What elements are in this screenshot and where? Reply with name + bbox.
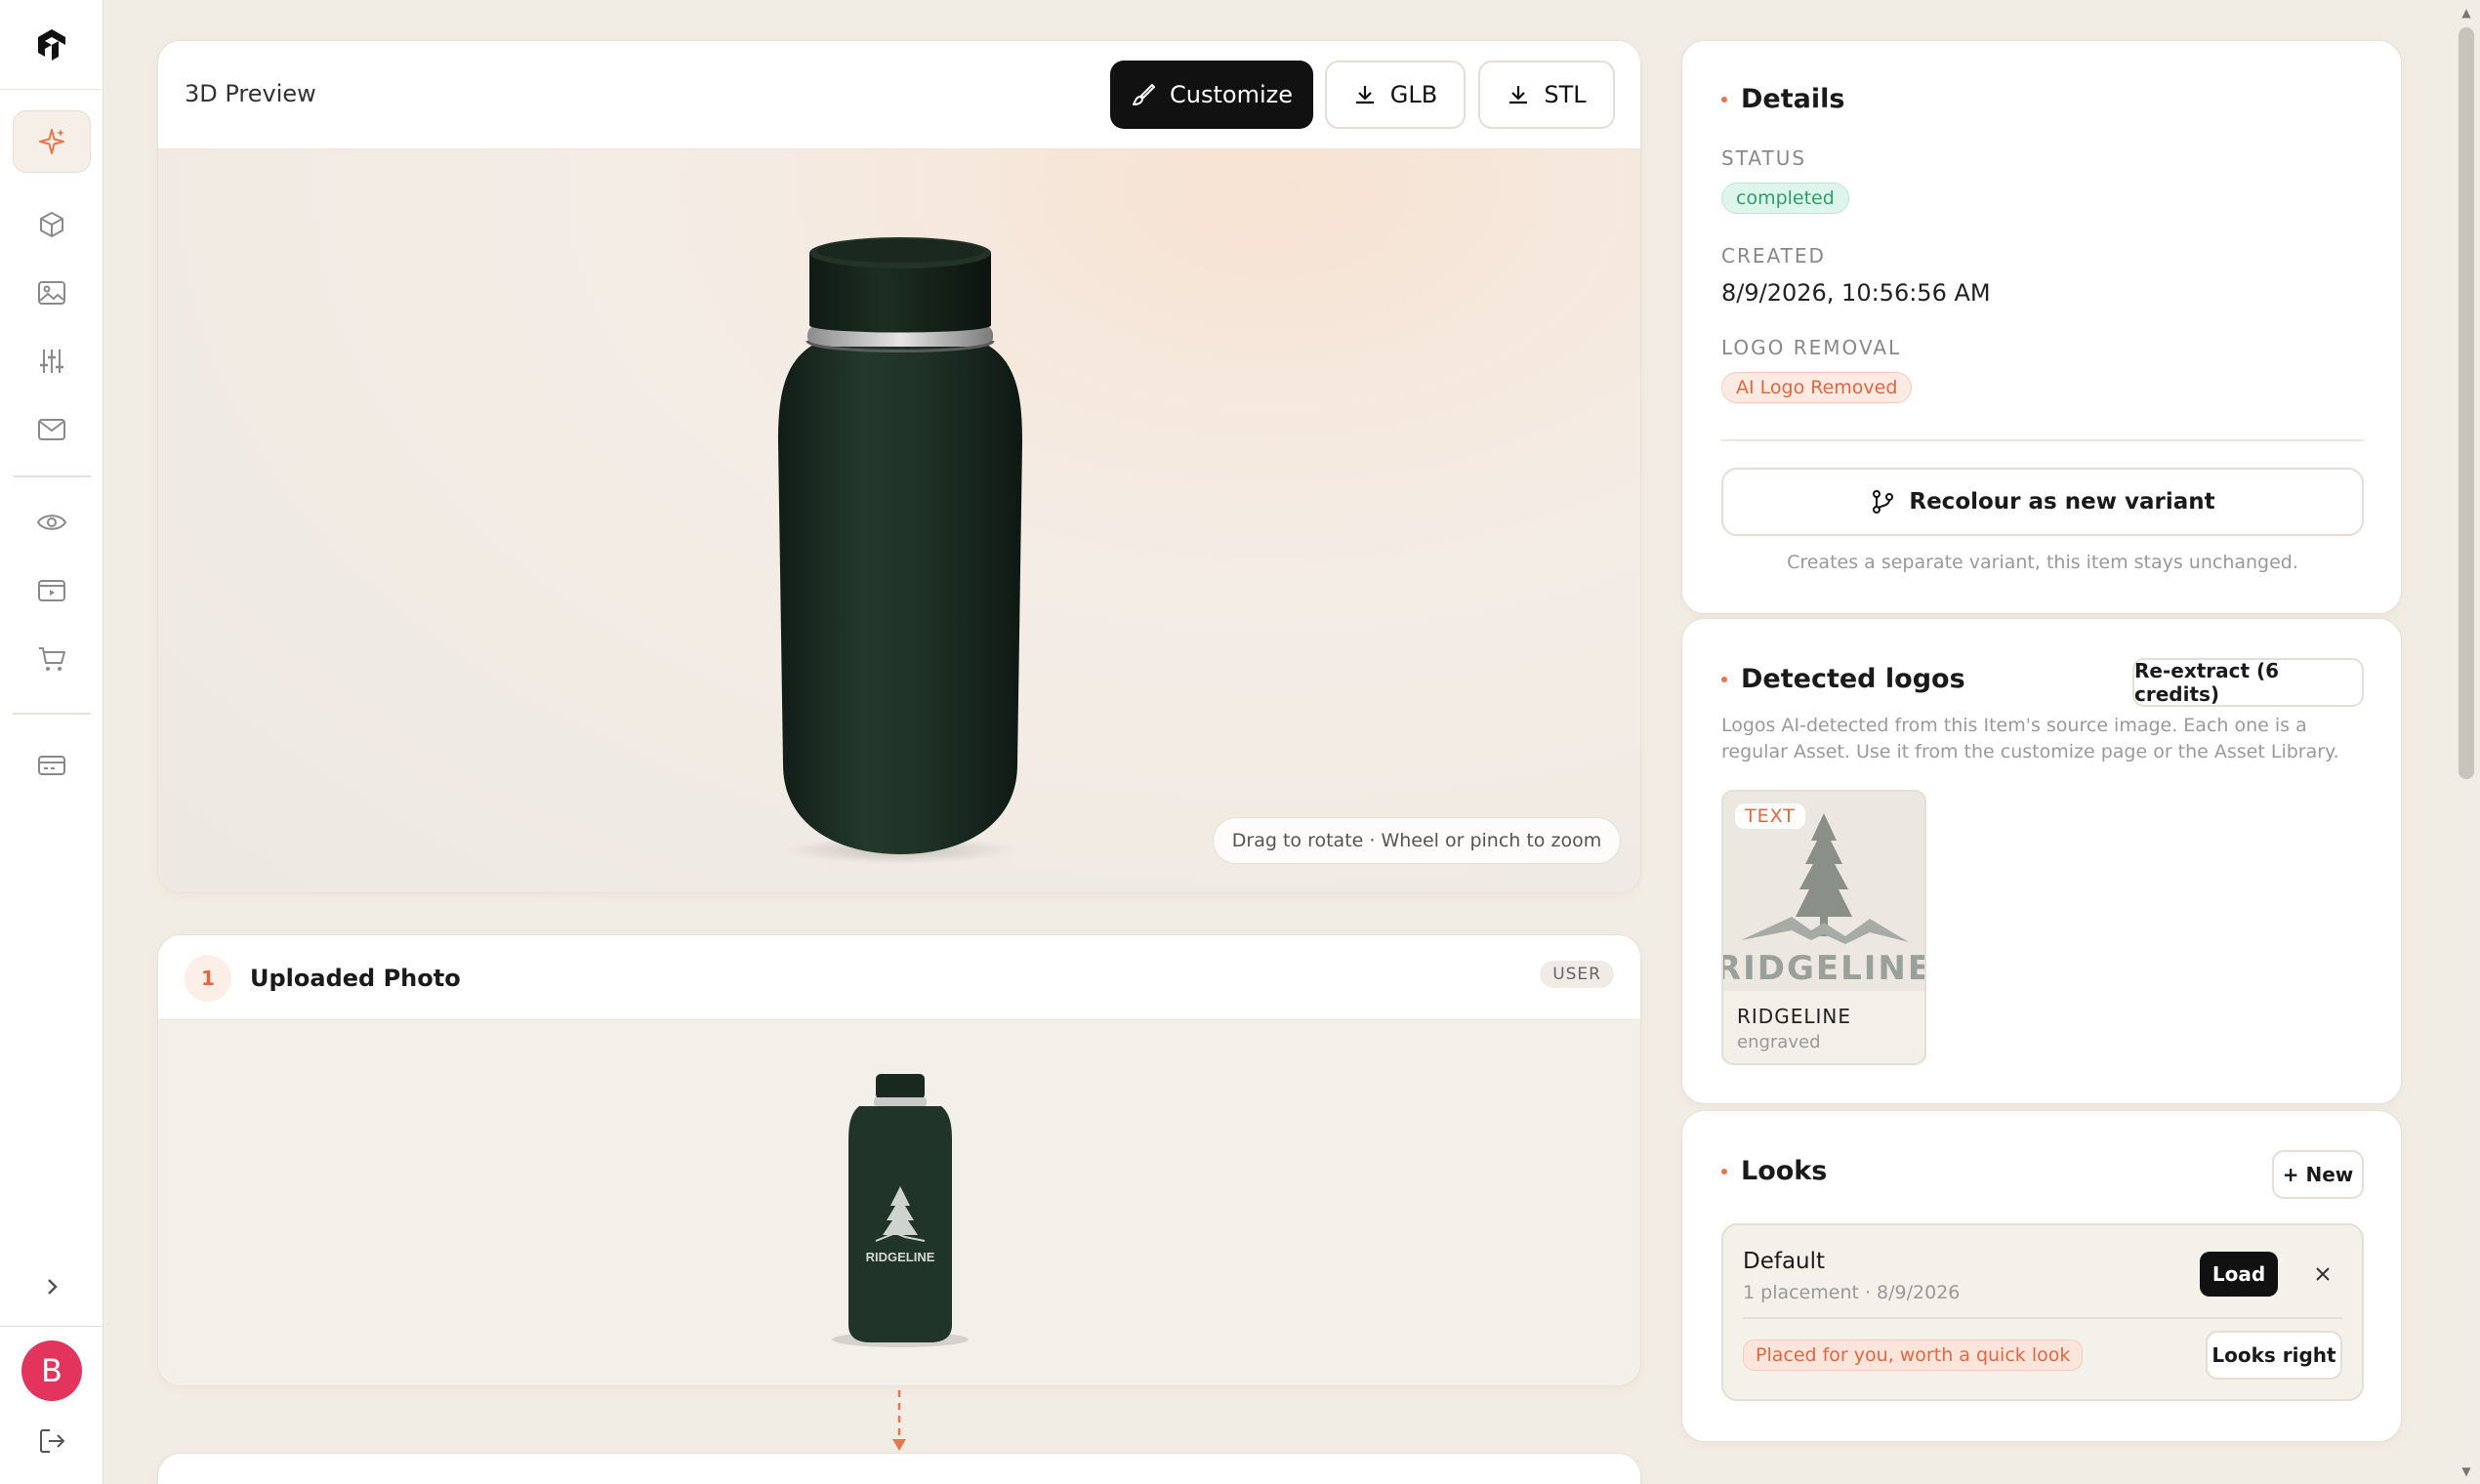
image-icon [38, 281, 65, 305]
recolour-label: Recolour as new variant [1909, 489, 2215, 515]
placed-badge: Placed for you, worth a quick look [1743, 1340, 2084, 1371]
bottle-photo-image: RIDGELINE [832, 1074, 969, 1347]
detected-logos-card: Detected logos Re-extract (6 credits) Lo… [1681, 618, 2402, 1104]
logo-finish: engraved [1737, 1032, 1821, 1052]
logout-icon [40, 1429, 65, 1453]
load-look-button[interactable]: Load [2200, 1252, 2278, 1297]
mail-icon [38, 419, 65, 440]
sidebar-item-generate[interactable] [13, 110, 91, 173]
sidebar-expand-button[interactable] [13, 1256, 91, 1318]
details-divider [1721, 439, 2364, 441]
cube-icon [40, 212, 63, 237]
eye-icon [36, 515, 67, 530]
sidebar-item-inbox[interactable] [13, 398, 91, 461]
logo-name: RIDGELINE [1737, 1005, 1851, 1028]
sidebar-item-media[interactable] [13, 559, 91, 622]
sidebar-item-preview[interactable] [13, 491, 91, 554]
sidebar-item-billing[interactable] [13, 734, 91, 797]
uploaded-photo[interactable]: RIDGELINE [158, 1020, 1640, 1385]
looks-heading: Looks [1721, 1156, 1827, 1186]
branch-icon [1873, 490, 1894, 514]
look-meta: 1 placement · 8/9/2026 [1743, 1282, 1961, 1303]
download-icon [1509, 86, 1528, 104]
logo-tile[interactable]: RIDGELINE TEXT RIDGELINE engraved [1721, 790, 1926, 1065]
sidebar-item-images[interactable] [13, 262, 91, 324]
delete-look-button[interactable] [2303, 1255, 2342, 1294]
download-glb-button[interactable]: GLB [1325, 61, 1466, 129]
customize-button[interactable]: Customize [1110, 61, 1313, 129]
bottle-3d-model [778, 237, 1022, 864]
accent-dot [1721, 1168, 1727, 1175]
accent-dot [1721, 676, 1727, 682]
next-step-card [157, 1453, 1641, 1484]
close-icon [2316, 1267, 2330, 1281]
sidebar-item-shop[interactable] [13, 628, 91, 690]
logo-removal-badge: AI Logo Removed [1721, 372, 1913, 403]
cart-icon [39, 647, 65, 671]
avatar[interactable]: B [21, 1340, 82, 1401]
preview-header: 3D Preview Customize GLB STL [158, 41, 1640, 149]
status-badge: completed [1721, 183, 1849, 214]
bottle-logo-text: RIDGELINE [866, 1250, 935, 1264]
3d-viewport[interactable]: Drag to rotate · Wheel or pinch to zoom [158, 149, 1640, 892]
uploaded-photo-header: 1 Uploaded Photo USER [158, 935, 1640, 1020]
logo-removal-label: LOGO REMOVAL [1721, 336, 1902, 359]
download-icon [1355, 86, 1374, 104]
looks-card: Looks + New Default 1 placement · 8/9/20… [1681, 1110, 2402, 1442]
stl-label: STL [1544, 81, 1587, 108]
recolour-helper-text: Creates a separate variant, this item st… [1787, 552, 2298, 573]
detected-logos-title: Detected logos [1741, 664, 1965, 694]
viewport-hint: Drag to rotate · Wheel or pinch to zoom [1213, 817, 1621, 864]
brush-icon [1133, 84, 1155, 105]
billing-icon [38, 756, 65, 775]
sidebar-divider [0, 1326, 103, 1327]
brand-logo-icon [38, 28, 65, 61]
media-icon [38, 580, 65, 601]
sliders-icon [40, 350, 63, 373]
logo-type-tag: TEXT [1735, 804, 1805, 829]
looks-title: Looks [1741, 1156, 1828, 1186]
sidebar-divider [13, 475, 91, 477]
details-card: Details STATUS completed CREATED 8/9/202… [1681, 40, 2402, 614]
logo-wordmark: RIDGELINE [1723, 949, 1924, 988]
detected-logos-description: Logos AI-detected from this Item's sourc… [1721, 715, 2339, 763]
app-logo[interactable] [0, 0, 103, 90]
created-value: 8/9/2026, 10:56:56 AM [1721, 279, 1991, 307]
look-divider [1743, 1317, 2342, 1319]
logout-button[interactable] [13, 1410, 91, 1472]
detected-logos-heading: Detected logos [1721, 664, 1965, 694]
look-name: Default [1743, 1249, 1826, 1274]
accent-dot [1721, 96, 1727, 103]
scroll-up-arrow[interactable]: ▲ [2453, 2, 2480, 23]
page-scrollbar[interactable]: ▲ ▼ [2453, 0, 2480, 1484]
sidebar: B [0, 0, 103, 1484]
created-label: CREATED [1721, 244, 1826, 268]
new-look-button[interactable]: + New [2272, 1150, 2364, 1199]
step-number: 1 [185, 955, 231, 1002]
look-item[interactable]: Default 1 placement · 8/9/2026 Load Plac… [1721, 1223, 2364, 1401]
scroll-thumb[interactable] [2459, 27, 2474, 779]
preview-title: 3D Preview [185, 80, 316, 107]
preview-card: 3D Preview Customize GLB STL Drag to rot… [157, 40, 1641, 893]
details-title: Details [1741, 84, 1845, 114]
sidebar-item-adjust[interactable] [13, 330, 91, 392]
status-label: STATUS [1721, 146, 1807, 170]
download-stl-button[interactable]: STL [1478, 61, 1615, 129]
user-tag: USER [1540, 961, 1614, 988]
uploaded-photo-card: 1 Uploaded Photo USER RIDGELINE [157, 934, 1641, 1386]
recolour-variant-button[interactable]: Recolour as new variant [1721, 468, 2364, 536]
logo-thumbnail: RIDGELINE TEXT [1723, 792, 1924, 991]
sidebar-divider [13, 713, 91, 715]
sidebar-item-models[interactable] [13, 193, 91, 256]
uploaded-photo-title: Uploaded Photo [250, 965, 461, 992]
customize-label: Customize [1170, 81, 1293, 108]
glb-label: GLB [1389, 81, 1438, 108]
reextract-button[interactable]: Re-extract (6 credits) [2132, 658, 2364, 707]
connector-arrow [892, 1390, 906, 1451]
looks-right-button[interactable]: Looks right [2206, 1331, 2342, 1380]
details-heading: Details [1721, 84, 1844, 114]
sparkle-icon [39, 129, 64, 154]
scroll-down-arrow[interactable]: ▼ [2453, 1461, 2480, 1482]
chevron-right-icon [48, 1279, 58, 1295]
